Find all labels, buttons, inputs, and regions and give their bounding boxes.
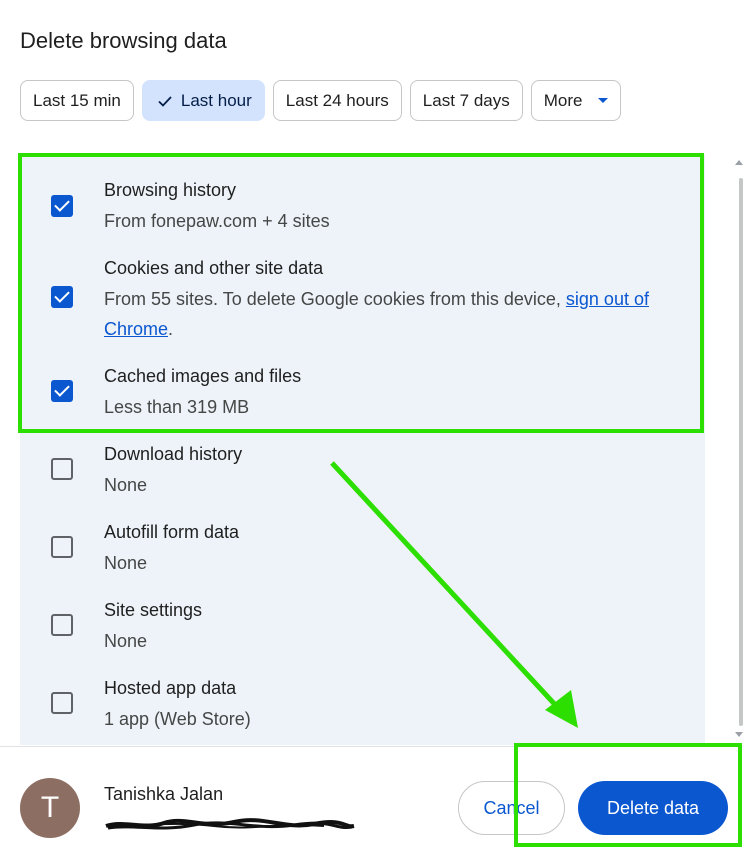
item-subtitle: None [104,631,148,651]
chip-last-hour[interactable]: Last hour [141,80,265,121]
list-item[interactable]: Download history None [20,443,705,513]
chip-label: More [543,90,583,110]
chip-last-7-days[interactable]: Last 7 days [409,80,523,121]
data-type-list: Browsing history From fonepaw.com + 4 si… [20,155,705,745]
item-subtitle: 1 app (Web Store) [104,709,251,729]
item-title: Autofill form data [104,522,240,542]
cancel-button[interactable]: Cancel [458,781,565,835]
list-item[interactable]: Cached images and files Less than 319 MB [20,365,705,435]
time-range-chips: Last 15 min Last hour Last 24 hours Last… [20,80,622,121]
chip-label: Last 15 min [33,90,121,110]
checkbox-cookies[interactable] [51,286,73,308]
chip-more[interactable]: More [530,80,622,121]
checkbox-site-settings[interactable] [51,614,73,636]
item-subtitle: From fonepaw.com + 4 sites [104,211,330,231]
list-item[interactable]: Autofill form data None [20,521,705,591]
list-item[interactable]: Browsing history From fonepaw.com + 4 si… [20,155,705,233]
item-subtitle: From 55 sites. To delete Google cookies … [104,284,684,344]
list-item[interactable]: Cookies and other site data From 55 site… [20,255,705,355]
checkbox-download-history[interactable] [51,458,73,480]
scroll-down-arrow-icon[interactable] [735,732,743,737]
caret-down-icon [598,98,609,103]
list-item[interactable]: Hosted app data 1 app (Web Store) [20,677,705,745]
item-title: Cached images and files [104,366,302,386]
item-title: Hosted app data [104,678,237,698]
redacted-email-scribble [105,818,355,830]
chip-last-24-hours[interactable]: Last 24 hours [272,80,402,121]
checkbox-autofill[interactable] [51,536,73,558]
checkbox-browsing-history[interactable] [51,195,73,217]
scrollbar-thumb[interactable] [739,178,743,726]
item-subtitle: None [104,553,148,573]
avatar: T [20,778,80,838]
list-item[interactable]: Site settings None [20,599,705,669]
chip-label: Last 24 hours [285,90,389,110]
checkbox-hosted-app-data[interactable] [51,692,73,714]
scroll-up-arrow-icon[interactable] [735,160,743,165]
delete-data-button[interactable]: Delete data [578,781,728,835]
chip-label: Last 7 days [422,90,510,110]
item-title: Browsing history [104,180,237,200]
chip-last-15-min[interactable]: Last 15 min [20,80,134,121]
item-subtitle: Less than 319 MB [104,397,250,417]
item-subtitle-text: From 55 sites. To delete Google cookies … [104,289,561,309]
check-icon [158,95,172,107]
item-title: Site settings [104,600,203,620]
item-title: Download history [104,444,243,464]
item-subtitle-end: . [168,319,174,339]
item-subtitle: None [104,475,148,495]
account-name: Tanishka Jalan [104,784,224,804]
item-title: Cookies and other site data [104,258,324,278]
footer-divider [0,746,743,747]
chip-label: Last hour [180,90,252,110]
dialog-title: Delete browsing data [20,28,227,53]
checkbox-cached-images[interactable] [51,380,73,402]
